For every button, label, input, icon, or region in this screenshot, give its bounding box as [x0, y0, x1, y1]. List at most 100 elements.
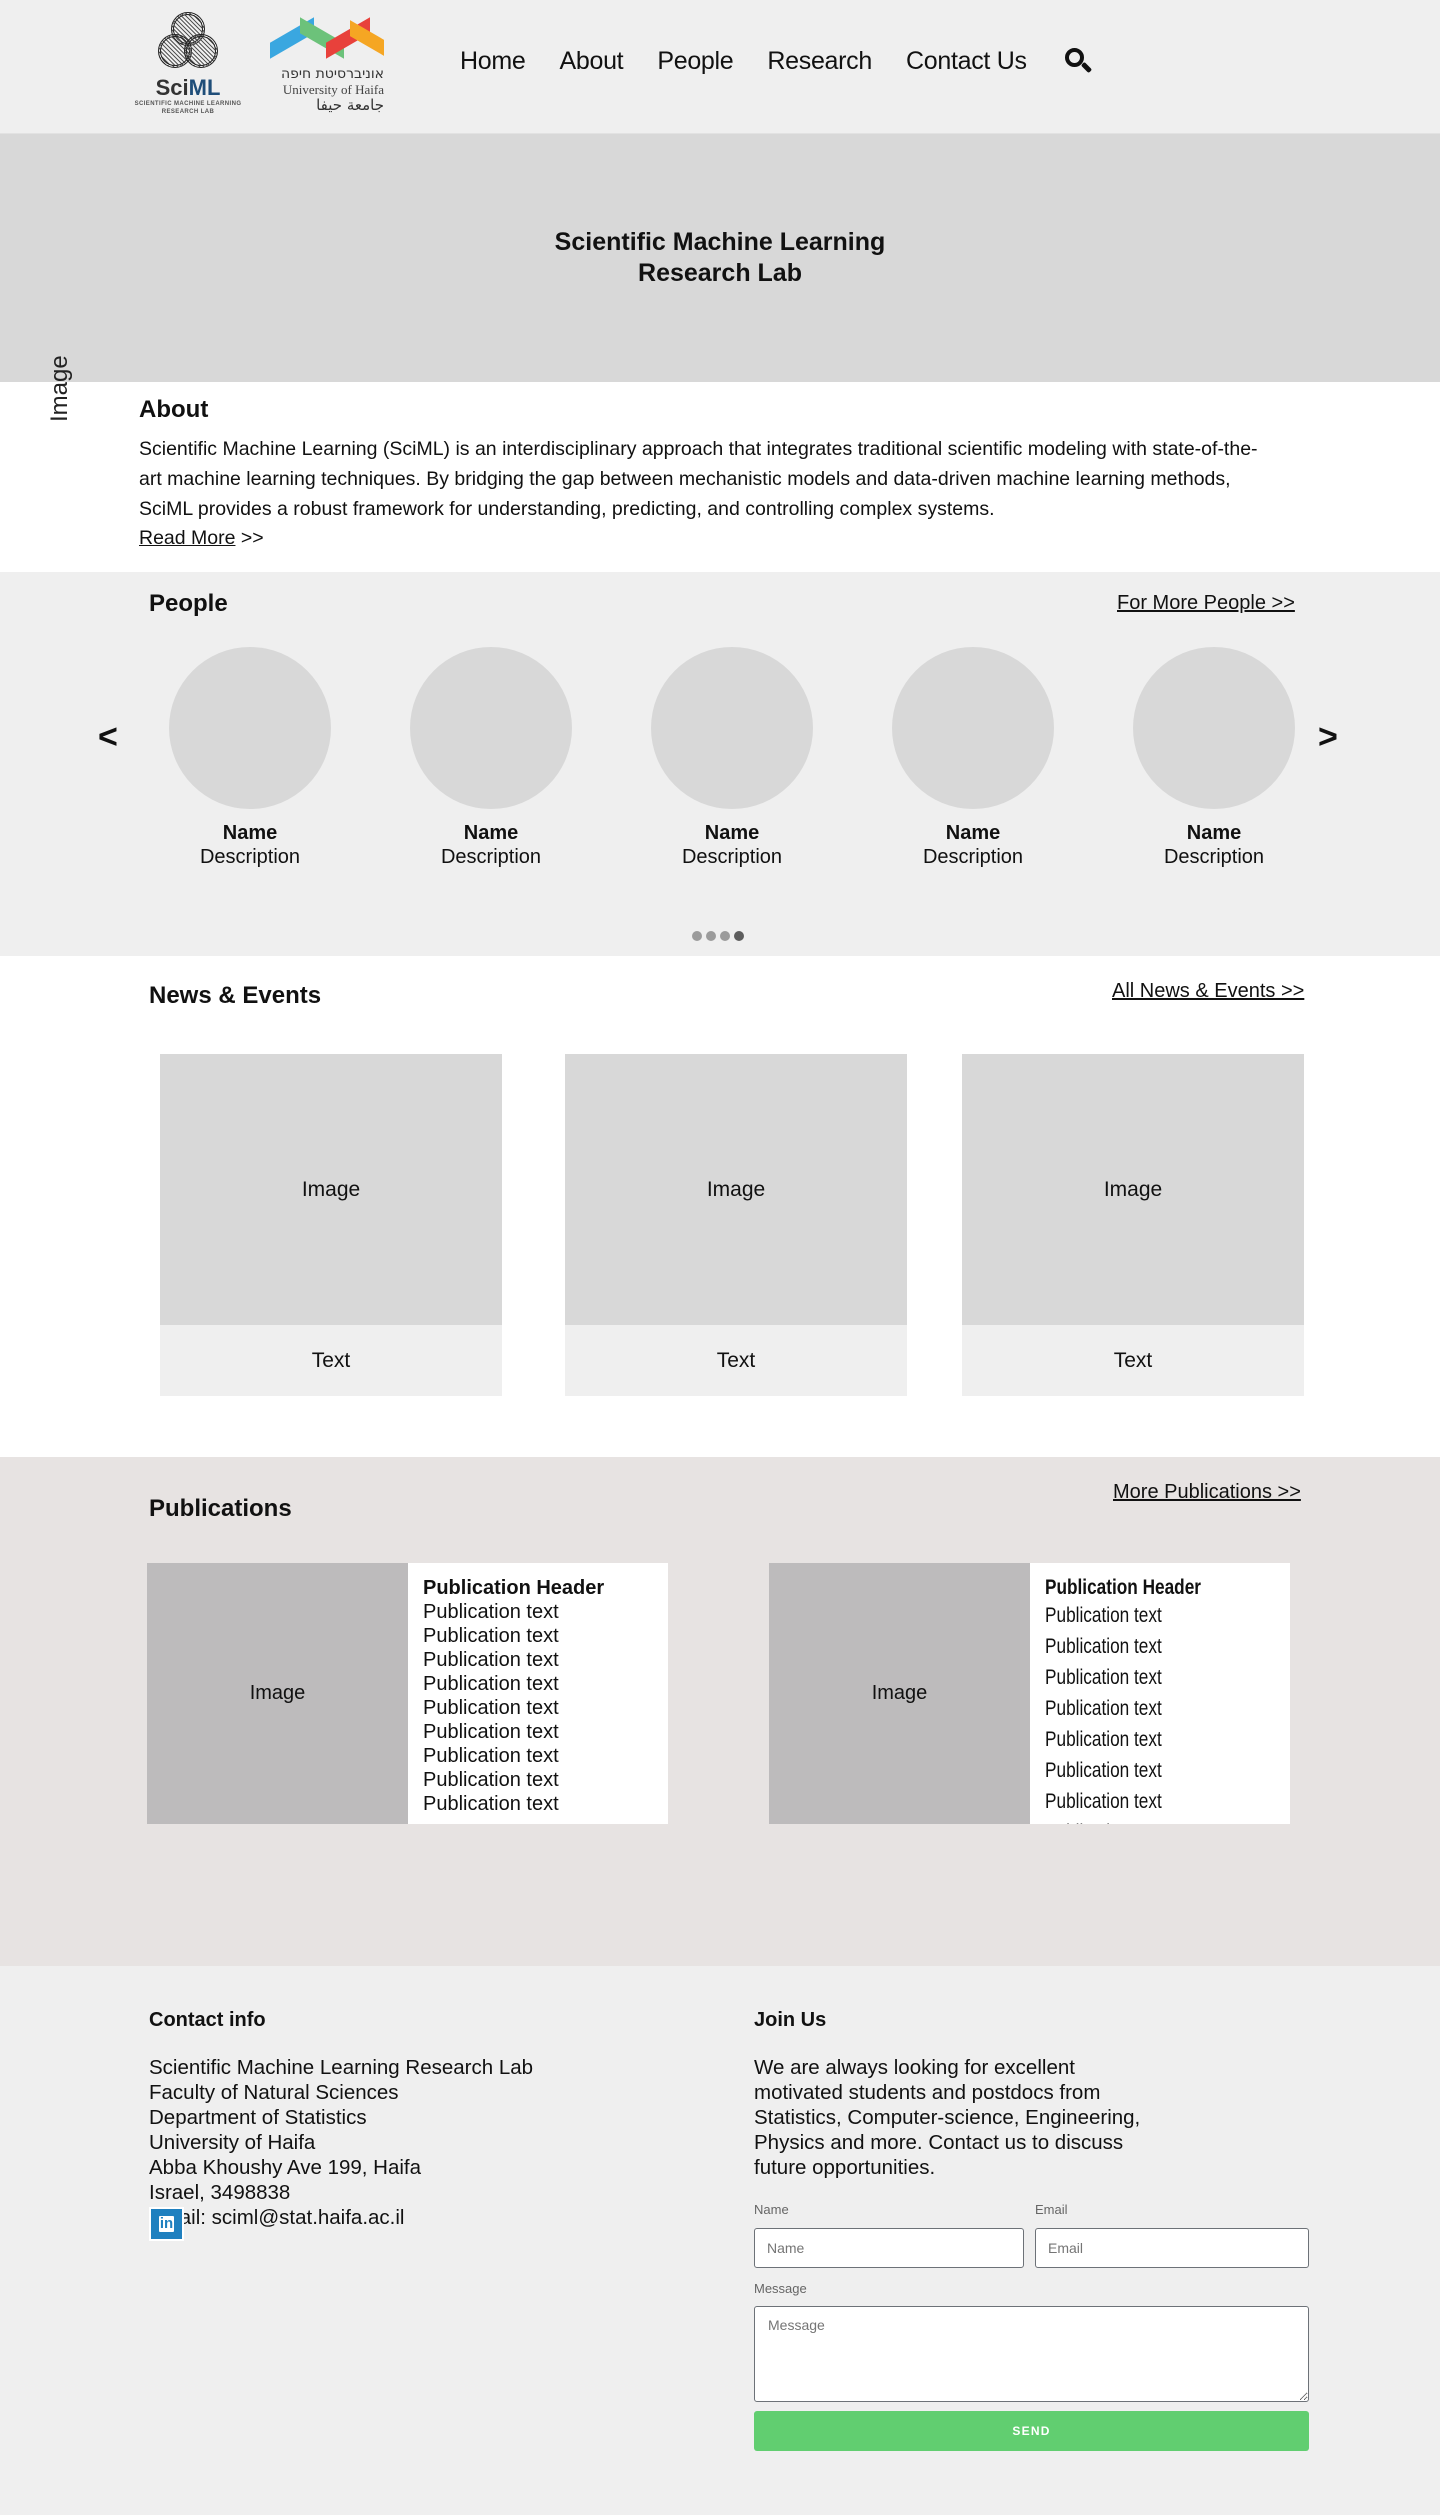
all-news-link[interactable]: All News & Events >> [1112, 980, 1304, 1003]
sciml-logo-subtitle-1: SCIENTIFIC MACHINE LEARNING [134, 101, 242, 107]
publication-text: Publication text [423, 1721, 559, 1743]
avatar [1133, 647, 1295, 809]
publication-text: Publication text [423, 1601, 559, 1623]
carousel-pagination [692, 931, 744, 941]
publication-text: Publication text Publication text Public… [1045, 1604, 1162, 1824]
publications-section: Publications More Publications >> Image … [0, 1457, 1440, 1966]
hero-image-placeholder: Image [46, 355, 73, 422]
avatar [651, 647, 813, 809]
person-description: Description [440, 846, 542, 868]
publication-image-placeholder: Image [769, 1563, 1030, 1824]
news-card[interactable]: Image Text [962, 1054, 1304, 1396]
sciml-logo-subtitle-2: RESEARCH LAB [161, 109, 215, 115]
more-people-link[interactable]: For More People >> [1117, 592, 1295, 615]
avatar [169, 647, 331, 809]
publication-text-list: Publication text Publication text Public… [423, 1600, 653, 1824]
nav-people[interactable]: People [657, 47, 733, 76]
site-header: SciML SCIENTIFIC MACHINE LEARNING RESEAR… [0, 0, 1440, 134]
publication-card[interactable]: Image Publication Header Publication tex… [147, 1563, 668, 1824]
contact-line: Scientific Machine Learning Research Lab [149, 2056, 534, 2079]
person-name: Name [463, 822, 519, 844]
news-image-placeholder: Image [565, 1054, 907, 1325]
person-name: Name [1186, 822, 1242, 844]
person-card[interactable]: Name Description [651, 647, 813, 869]
publication-text: Publication text [423, 1793, 559, 1815]
sciml-logo-wordmark: SciML [155, 75, 221, 100]
linkedin-icon[interactable]: in [149, 2207, 184, 2241]
join-us-text: We are always looking for excellent moti… [754, 2056, 1141, 2179]
about-title: About [139, 396, 209, 423]
linkedin-icon-glyph: in [158, 2215, 175, 2232]
hero-title-line-1: Scientific Machine Learning [554, 228, 886, 256]
university-of-haifa-logo[interactable]: אוניברסיטת חיפה University of Haifa جامع… [270, 17, 384, 122]
people-title: People [149, 590, 228, 617]
contact-address: Scientific Machine Learning Research Lab… [149, 2055, 533, 2230]
news-card[interactable]: Image Text [565, 1054, 907, 1396]
main-nav: Home About People Research Contact Us [460, 46, 1093, 76]
read-more-link[interactable]: Read More [139, 527, 235, 549]
contact-email[interactable]: Email: sciml@stat.haifa.ac.il [149, 2205, 533, 2230]
news-text: Text [962, 1325, 1304, 1396]
person-description: Description [1163, 846, 1265, 868]
sciml-logo[interactable]: SciML SCIENTIFIC MACHINE LEARNING RESEAR… [126, 12, 250, 122]
sciml-logo-mark-icon [158, 12, 218, 74]
email-label: Email [1035, 2202, 1068, 2217]
site-footer: Contact info Scientific Machine Learning… [0, 1966, 1440, 2514]
read-more-arrows: >> [235, 527, 264, 549]
news-text: Text [160, 1325, 502, 1396]
carousel-next-icon[interactable]: > [1318, 718, 1338, 757]
join-us-title: Join Us [754, 2009, 827, 2031]
avatar [892, 647, 1054, 809]
contact-info-title: Contact info [149, 2009, 266, 2031]
person-card[interactable]: Name Description [1133, 647, 1295, 869]
person-card[interactable]: Name Description [892, 647, 1054, 869]
person-card[interactable]: Name Description [410, 647, 572, 869]
publication-text: Publication text [423, 1673, 559, 1695]
pagination-dot-2[interactable] [706, 931, 716, 941]
person-description: Description [922, 846, 1024, 868]
hero-banner: Image Scientific Machine Learning Resear… [0, 134, 1440, 422]
news-text: Text [565, 1325, 907, 1396]
contact-line: Israel, 3498838 [149, 2181, 291, 2204]
haifa-logo-hebrew: אוניברסיטת חיפה [280, 66, 384, 82]
publication-header: Publication Header [1045, 1576, 1201, 1599]
person-card[interactable]: Name Description [169, 647, 331, 869]
publication-card[interactable]: Image Publication Header Publication tex… [769, 1563, 1290, 1824]
nav-about[interactable]: About [560, 47, 624, 76]
people-section: People For More People >> < > Name Descr… [0, 572, 1440, 956]
haifa-logo-arabic: جامعة حيفا [316, 96, 384, 114]
publication-text: Publication text [423, 1649, 559, 1671]
email-input[interactable] [1035, 2228, 1309, 2268]
person-description: Description [199, 846, 301, 868]
contact-line: University of Haifa [149, 2131, 316, 2154]
publication-text: Publication text [423, 1625, 559, 1647]
pagination-dot-3[interactable] [720, 931, 730, 941]
carousel-prev-icon[interactable]: < [98, 718, 118, 757]
contact-line: Faculty of Natural Sciences [149, 2081, 399, 2104]
message-textarea[interactable] [754, 2306, 1309, 2402]
publications-title: Publications [149, 1495, 292, 1522]
pagination-dot-4-active[interactable] [734, 931, 744, 941]
news-image-placeholder: Image [962, 1054, 1304, 1325]
publication-header: Publication Header [423, 1577, 605, 1599]
nav-contact-us[interactable]: Contact Us [906, 47, 1027, 76]
news-events-section: News & Events All News & Events >> Image… [0, 956, 1440, 1457]
more-publications-link[interactable]: More Publications >> [1113, 1481, 1301, 1504]
name-input[interactable] [754, 2228, 1024, 2268]
publication-image-placeholder: Image [147, 1563, 408, 1824]
news-card[interactable]: Image Text [160, 1054, 502, 1396]
nav-home[interactable]: Home [460, 47, 526, 76]
person-name: Name [945, 822, 1001, 844]
contact-line: Department of Statistics [149, 2106, 367, 2129]
avatar [410, 647, 572, 809]
search-icon[interactable] [1063, 46, 1093, 76]
hero-title: Scientific Machine Learning Research Lab [0, 227, 1440, 289]
publication-text: Publication text [423, 1745, 559, 1767]
message-label: Message [754, 2281, 807, 2296]
person-description: Description [681, 846, 783, 868]
news-title: News & Events [149, 982, 322, 1009]
nav-research[interactable]: Research [767, 47, 872, 76]
pagination-dot-1[interactable] [692, 931, 702, 941]
send-button[interactable]: SEND [754, 2411, 1309, 2451]
haifa-logo-english: University of Haifa [282, 82, 384, 97]
